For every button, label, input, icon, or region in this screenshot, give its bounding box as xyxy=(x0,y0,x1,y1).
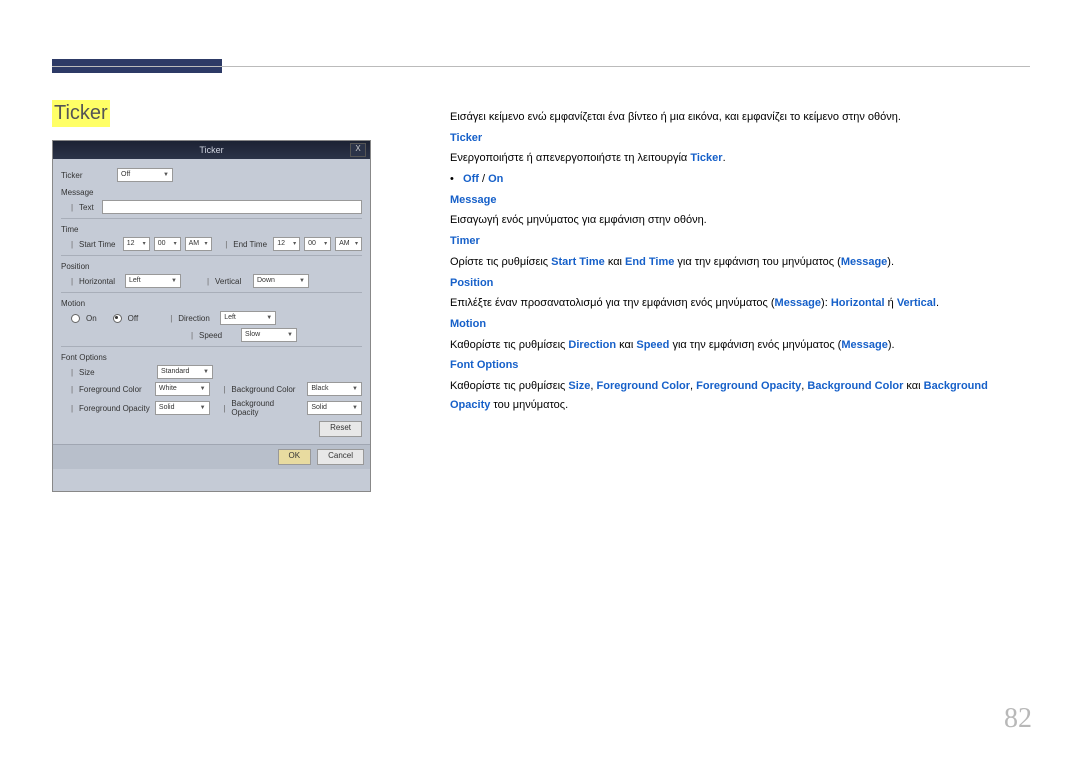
heading-ticker: Ticker xyxy=(450,132,482,144)
label-motion: Motion xyxy=(61,299,362,308)
reset-button[interactable]: Reset xyxy=(319,421,362,437)
timer-text: Ορίστε τις ρυθμίσεις Start Time και End … xyxy=(450,253,1030,272)
close-icon[interactable]: X xyxy=(350,143,366,157)
font-text: Καθορίστε τις ρυθμίσεις Size, Foreground… xyxy=(450,377,1030,414)
vertical-select[interactable]: Down▼ xyxy=(253,274,309,288)
ticker-select[interactable]: Off ▼ xyxy=(117,168,173,182)
dialog-titlebar: Ticker X xyxy=(53,141,370,159)
label-ticker: Ticker xyxy=(61,171,113,180)
label-fg-opacity: Foreground Opacity xyxy=(79,404,151,413)
motion-on-radio[interactable] xyxy=(71,314,80,323)
label-time: Time xyxy=(61,225,362,234)
start-hour[interactable]: 12▾ xyxy=(123,237,150,251)
label-font-options: Font Options xyxy=(61,353,362,362)
horizontal-select[interactable]: Left▼ xyxy=(125,274,181,288)
ticker-dialog: Ticker X Ticker Off ▼ Message | Text Time xyxy=(52,140,371,492)
label-off: Off xyxy=(128,314,139,323)
ticker-line: Ενεργοποιήστε ή απενεργοποιήστε τη λειτο… xyxy=(450,149,1030,168)
label-size: Size xyxy=(79,368,153,377)
label-bg-color: Background Color xyxy=(231,385,303,394)
motion-text: Καθορίστε τις ρυθμίσεις Direction και Sp… xyxy=(450,336,1030,355)
heading-timer: Timer xyxy=(450,235,480,247)
direction-select[interactable]: Left▼ xyxy=(220,311,276,325)
section-title: Ticker xyxy=(52,100,110,127)
label-speed: Speed xyxy=(199,331,237,340)
speed-select[interactable]: Slow▼ xyxy=(241,328,297,342)
start-ampm[interactable]: AM▾ xyxy=(185,237,212,251)
label-position: Position xyxy=(61,262,362,271)
heading-message: Message xyxy=(450,194,496,206)
ticker-value: Off xyxy=(121,169,130,181)
label-end-time: End Time xyxy=(233,240,269,249)
label-direction: Direction xyxy=(178,314,216,323)
ok-button[interactable]: OK xyxy=(278,449,312,465)
page-number: 82 xyxy=(1004,703,1032,735)
position-text: Επιλέξτε έναν προσανατολισμό για την εμφ… xyxy=(450,294,1030,313)
message-text: Εισαγωγή ενός μηνύματος για εμφάνιση στη… xyxy=(450,211,1030,230)
ticker-options: • Off / On xyxy=(450,170,1030,189)
intro-text: Εισάγει κείμενο ενώ εμφανίζεται ένα βίντ… xyxy=(450,108,1030,127)
description-column: Εισάγει κείμενο ενώ εμφανίζεται ένα βίντ… xyxy=(450,106,1030,416)
heading-motion: Motion xyxy=(450,318,486,330)
label-on: On xyxy=(86,314,97,323)
header-rule xyxy=(52,66,1030,67)
message-input[interactable] xyxy=(102,200,362,214)
dialog-title: Ticker xyxy=(199,145,223,155)
label-bg-opacity: Background Opacity xyxy=(231,399,303,417)
label-vertical: Vertical xyxy=(215,277,249,286)
label-horizontal: Horizontal xyxy=(79,277,121,286)
label-fg-color: Foreground Color xyxy=(79,385,151,394)
fg-opacity-select[interactable]: Solid▼ xyxy=(155,401,210,415)
bg-color-select[interactable]: Black▼ xyxy=(307,382,362,396)
end-min[interactable]: 00▾ xyxy=(304,237,331,251)
heading-font-options: Font Options xyxy=(450,359,518,371)
end-ampm[interactable]: AM▾ xyxy=(335,237,362,251)
label-text: Text xyxy=(79,203,94,212)
size-select[interactable]: Standard▼ xyxy=(157,365,213,379)
bg-opacity-select[interactable]: Solid▼ xyxy=(307,401,362,415)
indent-bar: | xyxy=(71,203,73,212)
motion-off-radio[interactable] xyxy=(113,314,122,323)
fg-color-select[interactable]: White▼ xyxy=(155,382,210,396)
start-min[interactable]: 00▾ xyxy=(154,237,181,251)
label-start-time: Start Time xyxy=(79,240,119,249)
cancel-button[interactable]: Cancel xyxy=(317,449,364,465)
label-message: Message xyxy=(61,188,362,197)
end-hour[interactable]: 12▾ xyxy=(273,237,300,251)
heading-position: Position xyxy=(450,277,493,289)
chevron-down-icon: ▼ xyxy=(163,169,169,181)
